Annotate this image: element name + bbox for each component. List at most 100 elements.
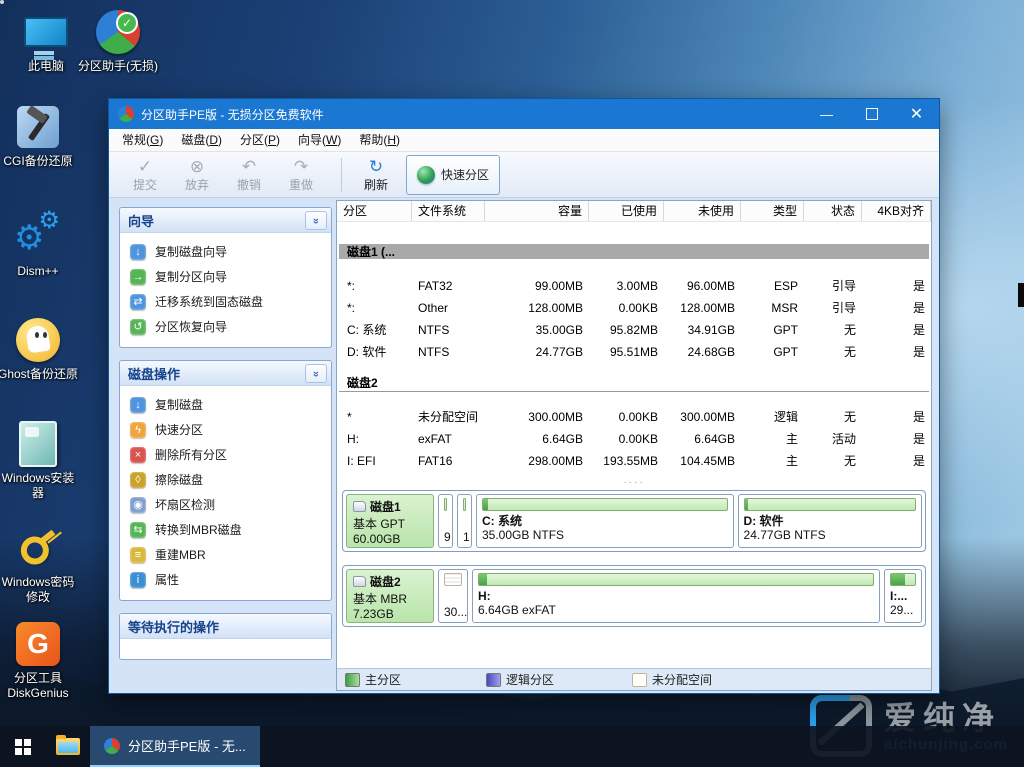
collapse-chevron-icon[interactable]: «: [305, 211, 327, 230]
menu-item-0[interactable]: 常规(G): [113, 129, 172, 151]
sidebar-item-delete-all-partitions[interactable]: ×删除所有分区: [120, 442, 331, 467]
collapse-chevron-icon[interactable]: «: [305, 364, 327, 383]
table-row[interactable]: *:Other128.00MB0.00KB128.00MBMSR引导是: [337, 297, 931, 319]
partition-block-h[interactable]: H:6.64GB exFAT: [472, 569, 880, 623]
menu-item-1[interactable]: 磁盘(D): [172, 129, 231, 151]
legend-item-unalloc: 未分配空间: [632, 671, 712, 688]
sidebar-item-label: 复制分区向导: [155, 268, 227, 285]
copy-disk-icon: ↓: [130, 397, 146, 413]
cell-4KB对齐: 是: [862, 275, 931, 297]
desktop-icon-diskgenius[interactable]: G分区工具DiskGenius: [0, 620, 80, 701]
partition-block-c[interactable]: C: 系统35.00GB NTFS: [476, 494, 734, 548]
sidebar-item-rebuild-mbr[interactable]: ≡重建MBR: [120, 542, 331, 567]
legend-bar: 主分区逻辑分区未分配空间: [337, 668, 931, 690]
menu-item-2[interactable]: 分区(P): [231, 129, 289, 151]
toolbar-quick-partition-button[interactable]: 快速分区: [406, 155, 500, 195]
app-icon: [118, 106, 134, 122]
column-header-1[interactable]: 文件系统: [412, 201, 485, 221]
sidebar-item-convert-to-mbr-disk[interactable]: ⇆转换到MBR磁盘: [120, 517, 331, 542]
desktop-icon-label: Dism++: [0, 264, 80, 279]
sidebar-section-2: 等待执行的操作: [119, 613, 332, 660]
disk-group-header-1[interactable]: 磁盘1 (...: [339, 244, 929, 261]
desktop-icon-dism-plus-plus[interactable]: ⚙⚙Dism++: [0, 213, 80, 279]
redo-icon: ↷: [294, 157, 308, 176]
migrate-os-to-ssd-icon: ⇄: [130, 294, 146, 310]
sidebar-item-wipe-disk[interactable]: ◊擦除磁盘: [120, 467, 331, 492]
start-button[interactable]: [0, 726, 46, 767]
commit-icon: ✓: [138, 157, 152, 176]
table-row[interactable]: I: EFIFAT16298.00MB193.55MB104.45MB主无是: [337, 450, 931, 472]
partition-block[interactable]: 1: [457, 494, 472, 548]
menu-item-3[interactable]: 向导(W): [289, 129, 350, 151]
maximize-button[interactable]: [849, 99, 894, 129]
this-pc-icon: [22, 8, 70, 56]
taskbar-task-partition-assistant[interactable]: 分区助手PE版 - 无...: [90, 726, 260, 767]
sidebar-item-label: 重建MBR: [155, 546, 206, 563]
column-header-6[interactable]: 状态: [804, 201, 862, 221]
toolbar-refresh-button[interactable]: ↻刷新: [350, 154, 402, 196]
desktop-icon-ghost-backup-restore[interactable]: Ghost备份还原: [0, 316, 80, 382]
column-header-3[interactable]: 已使用: [589, 201, 664, 221]
disk-label[interactable]: 磁盘2基本 MBR7.23GB: [346, 569, 434, 623]
sidebar-item-copy-disk-wizard[interactable]: ↓复制磁盘向导: [120, 239, 331, 264]
sidebar-item-properties[interactable]: i属性: [120, 567, 331, 592]
cell-文件系统: FAT32: [412, 275, 485, 297]
splitter-handle[interactable]: ····: [337, 478, 931, 488]
cell-类型: MSR: [741, 297, 804, 319]
windows-installer-icon: [14, 420, 62, 468]
minimize-button[interactable]: —: [804, 99, 849, 129]
partition-block[interactable]: 9: [438, 494, 453, 548]
file-explorer-button[interactable]: [46, 726, 90, 767]
disk-group-header-2[interactable]: 磁盘2: [339, 375, 929, 392]
refresh-icon: ↻: [369, 157, 383, 176]
column-header-7[interactable]: 4KB对齐: [862, 201, 931, 221]
convert-to-mbr-disk-icon: ⇆: [130, 522, 146, 538]
desktop-icon-windows-installer[interactable]: Windows安装器: [0, 420, 80, 501]
sidebar-item-bad-sector-test[interactable]: ◉坏扇区检测: [120, 492, 331, 517]
table-row[interactable]: *:FAT3299.00MB3.00MB96.00MBESP引导是: [337, 275, 931, 297]
close-button[interactable]: ✕: [894, 99, 939, 129]
legend-label: 逻辑分区: [506, 671, 554, 688]
windows-password-reset-icon: [14, 524, 62, 572]
desktop-icon-label: 分区工具DiskGenius: [0, 671, 80, 701]
sidebar-item-partition-recovery-wizard[interactable]: ↺分区恢复向导: [120, 314, 331, 339]
sidebar-item-copy-disk[interactable]: ↓复制磁盘: [120, 392, 331, 417]
table-row[interactable]: C: 系统NTFS35.00GB95.82MB34.91GBGPT无是: [337, 319, 931, 341]
sidebar-item-quick-partition[interactable]: ϟ快速分区: [120, 417, 331, 442]
table-row[interactable]: D: 软件NTFS24.77GB95.51MB24.68GBGPT无是: [337, 341, 931, 363]
desktop-icon-windows-password-reset[interactable]: Windows密码修改: [0, 524, 80, 605]
table-row[interactable]: H:exFAT6.64GB0.00KB6.64GB主活动是: [337, 428, 931, 450]
cell-文件系统: 未分配空间: [412, 406, 485, 428]
usage-strip: [744, 498, 916, 511]
cell-文件系统: Other: [412, 297, 485, 319]
cell-4KB对齐: 是: [862, 428, 931, 450]
column-header-4[interactable]: 未使用: [664, 201, 741, 221]
section-title: 等待执行的操作: [120, 614, 331, 639]
cell-类型: ESP: [741, 275, 804, 297]
sidebar-item-migrate-os-to-ssd[interactable]: ⇄迁移系统到固态磁盘: [120, 289, 331, 314]
toolbar-commit-button: ✓提交: [119, 154, 171, 196]
diskgenius-icon: G: [14, 620, 62, 668]
column-header-5[interactable]: 类型: [741, 201, 804, 221]
cell-已使用: 193.55MB: [589, 450, 664, 472]
table-row[interactable]: *未分配空间300.00MB0.00KB300.00MB逻辑无是: [337, 406, 931, 428]
titlebar[interactable]: 分区助手PE版 - 无损分区免费软件 — ✕: [109, 99, 939, 129]
partition-name: I:...: [890, 589, 916, 603]
menu-item-4[interactable]: 帮助(H): [350, 129, 409, 151]
partition-block-d[interactable]: D: 软件24.77GB NTFS: [738, 494, 922, 548]
disk-name: 磁盘2: [353, 573, 427, 590]
column-header-0[interactable]: 分区: [337, 201, 412, 221]
disk-label[interactable]: 磁盘1基本 GPT60.00GB: [346, 494, 434, 548]
sidebar-item-copy-partition-wizard[interactable]: →复制分区向导: [120, 264, 331, 289]
toolbar-discard-button: ⊗放弃: [171, 154, 223, 196]
cell-未使用: 300.00MB: [664, 406, 741, 428]
window-title: 分区助手PE版 - 无损分区免费软件: [141, 106, 804, 123]
column-header-2[interactable]: 容量: [485, 201, 589, 221]
partition-block[interactable]: 30...: [438, 569, 468, 623]
cell-未使用: 104.45MB: [664, 450, 741, 472]
desktop-icon-partition-assistant[interactable]: 分区助手(无损): [76, 8, 160, 74]
partition-block-i[interactable]: I:...29...: [884, 569, 922, 623]
desktop-icon-cgi-backup-restore[interactable]: CGI备份还原: [0, 103, 80, 169]
table-body: 磁盘1 (... *:FAT3299.00MB3.00MB96.00MBESP引导…: [337, 222, 931, 670]
quick-partition-icon: ϟ: [130, 422, 146, 438]
